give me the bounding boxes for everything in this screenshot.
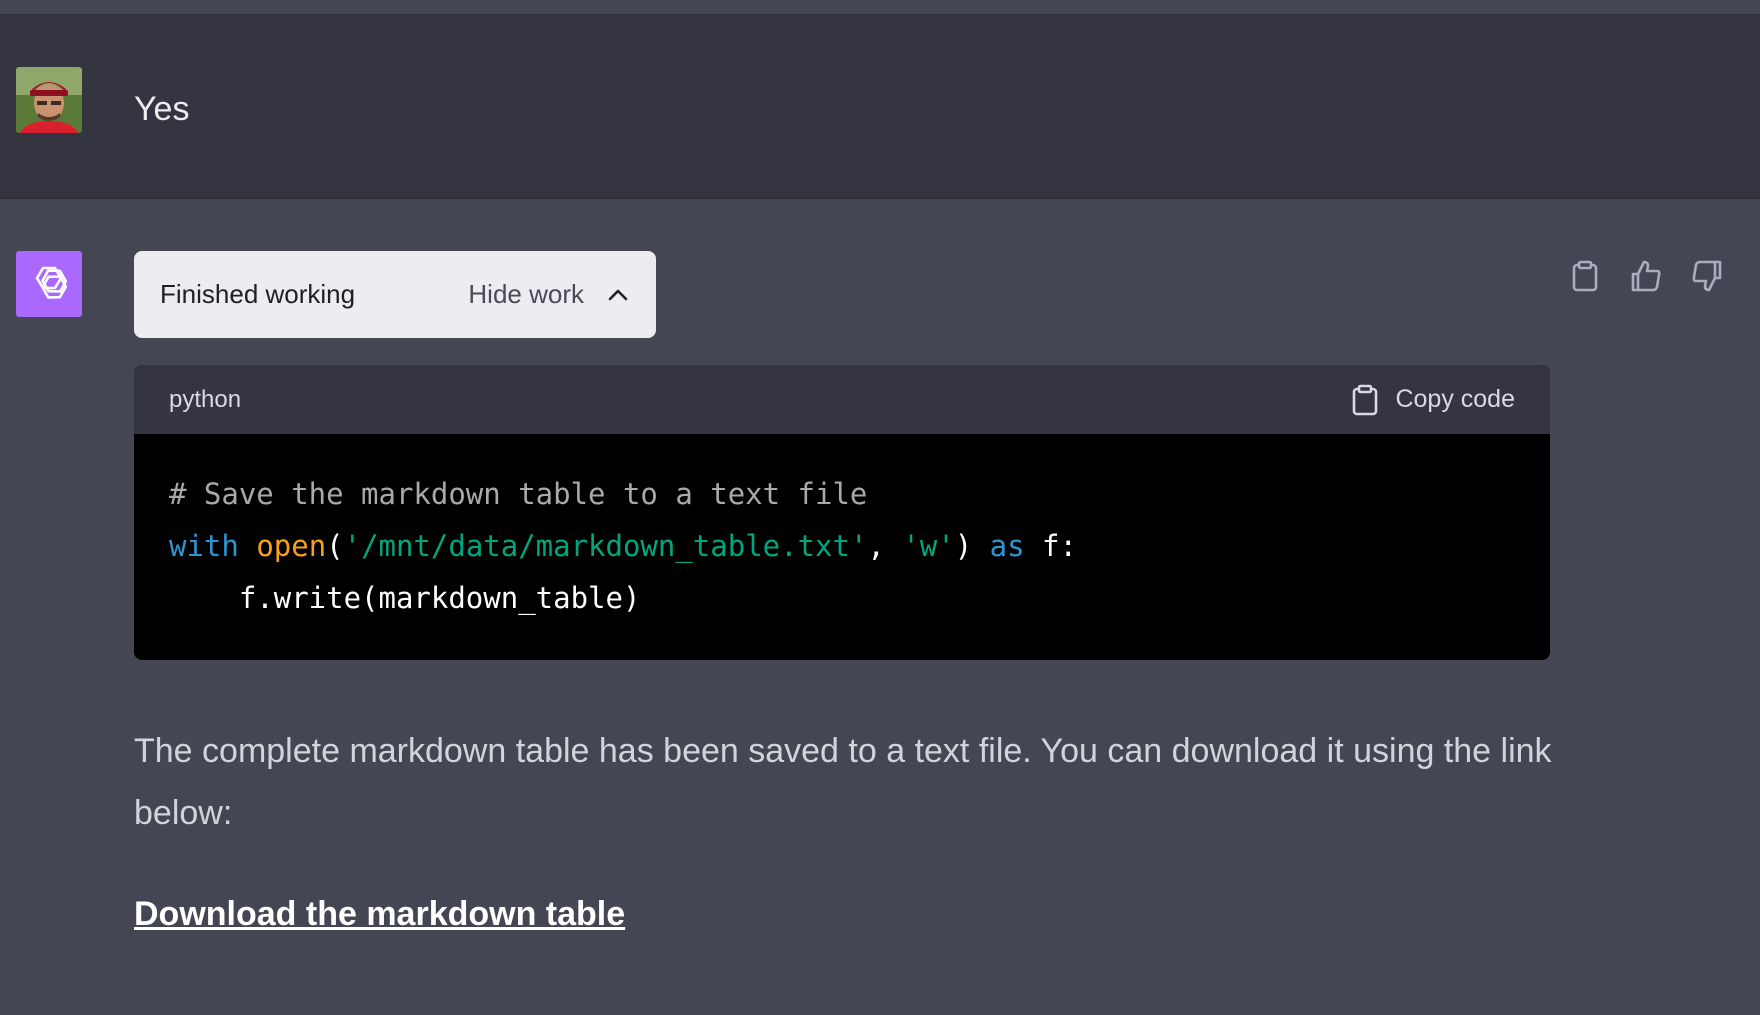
openai-logo-icon <box>16 251 82 317</box>
message-actions <box>1568 259 1724 293</box>
hide-work-label: Hide work <box>468 279 584 309</box>
code-language-label: python <box>169 385 242 413</box>
code-line-3: f.write(markdown_table) <box>169 581 641 615</box>
code-keyword: with <box>169 529 239 563</box>
work-status-panel: Finished working Hide work <box>134 251 656 338</box>
user-avatar <box>16 67 82 133</box>
copy-code-label: Copy code <box>1395 385 1515 413</box>
code-line-1: # Save the markdown table to a text file <box>169 477 868 511</box>
hide-work-button[interactable]: Hide work <box>468 279 630 310</box>
clipboard-icon <box>1353 384 1378 415</box>
code-string: 'w' <box>902 529 955 563</box>
code-header: python Copy code <box>134 365 1550 434</box>
code-block: python Copy code # Save the markdown tab… <box>134 365 1550 660</box>
thumbs-up-icon[interactable] <box>1629 259 1663 293</box>
thumbs-down-icon[interactable] <box>1690 259 1724 293</box>
code-function: open <box>256 529 327 563</box>
code-string: '/mnt/data/markdown_table.txt' <box>343 529 868 563</box>
clipboard-icon[interactable] <box>1568 259 1602 293</box>
code-keyword: as <box>989 529 1025 563</box>
code-content: # Save the markdown table to a text file… <box>134 434 1550 658</box>
user-message-row: Yes <box>0 15 1760 199</box>
user-message-text: Yes <box>134 90 190 128</box>
assistant-message-row: Finished working Hide work python Copy c… <box>0 200 1760 1015</box>
response-text: The complete markdown table has been sav… <box>134 732 1552 832</box>
copy-code-button[interactable]: Copy code <box>1351 384 1515 416</box>
code-line-2: with open('/mnt/data/markdown_table.txt'… <box>169 529 1077 563</box>
download-link[interactable]: Download the markdown table <box>134 895 625 934</box>
top-strip <box>0 0 1760 15</box>
work-status-label: Finished working <box>160 279 356 309</box>
chevron-up-icon <box>608 289 628 300</box>
